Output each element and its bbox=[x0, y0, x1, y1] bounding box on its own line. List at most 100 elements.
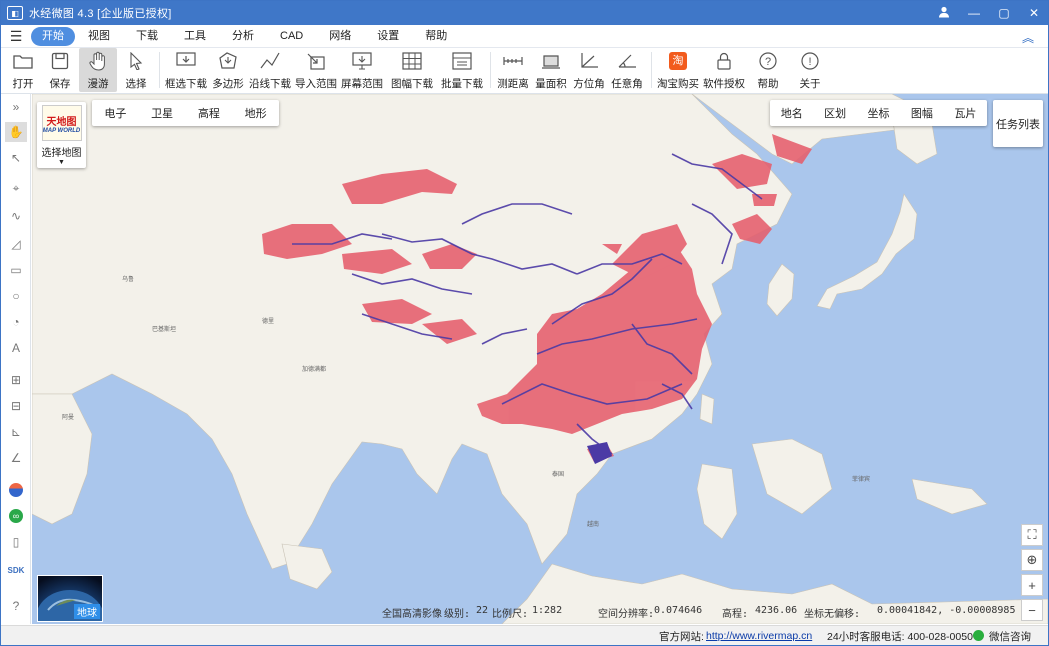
select-button[interactable]: 选择 bbox=[119, 48, 153, 92]
grid-icon bbox=[401, 51, 423, 71]
hand-icon bbox=[87, 51, 109, 71]
point-tool-icon[interactable]: ⌖ bbox=[5, 178, 27, 198]
angle-tool-icon[interactable]: ∠ bbox=[5, 448, 27, 468]
import-range-button[interactable]: 导入范围 bbox=[294, 48, 338, 92]
layer-tiles[interactable]: 瓦片 bbox=[944, 105, 987, 121]
resolution-value: 0.074646 bbox=[654, 605, 703, 616]
expand-panel-icon[interactable]: » bbox=[5, 97, 27, 117]
any-angle-button[interactable]: 任意角 bbox=[609, 48, 645, 92]
task-list-button[interactable]: 任务列表 bbox=[993, 100, 1043, 147]
menu-settings[interactable]: 设置 bbox=[364, 27, 412, 46]
close-button[interactable]: ✕ bbox=[1026, 6, 1042, 20]
box-download-button[interactable]: 框选下载 bbox=[164, 48, 208, 92]
azimuth-button[interactable]: 方位角 bbox=[571, 48, 607, 92]
lock-icon bbox=[713, 51, 735, 71]
menu-download[interactable]: 下载 bbox=[123, 27, 171, 46]
globe-view-button[interactable]: 地球 bbox=[36, 575, 104, 624]
polygon-tool-icon[interactable]: ◿ bbox=[5, 234, 27, 254]
screen-range-button[interactable]: 屏幕范围 bbox=[340, 48, 384, 92]
batch-download-button[interactable]: 批量下载 bbox=[440, 48, 484, 92]
menu-help[interactable]: 帮助 bbox=[412, 27, 460, 46]
website-label: 官方网站: bbox=[659, 630, 704, 643]
pan-button[interactable]: 漫游 bbox=[79, 48, 117, 92]
menu-cad[interactable]: CAD bbox=[267, 27, 316, 46]
text-tool-icon[interactable]: A bbox=[5, 338, 27, 358]
polygon-button[interactable]: 多边形 bbox=[210, 48, 246, 92]
hotline-text: 24小时客服电话: 400-028-0050 bbox=[827, 630, 973, 643]
map-controls: ⛶ ⊕ + − bbox=[1021, 524, 1043, 624]
app-window: ◧ 水经微图 4.3 [企业版已授权] — ▢ ✕ ☰ 开始 视图 下载 工具 … bbox=[0, 0, 1049, 646]
polygon-download-icon bbox=[217, 51, 239, 71]
circle-tool-icon[interactable]: ○ bbox=[5, 286, 27, 306]
ruler-tool-icon[interactable]: ⊞ bbox=[5, 370, 27, 390]
ribbon-toolbar: 打开 保存 漫游 选择 框选下载 多边形 沿线下载 导入范围 屏幕范围 图幅下载… bbox=[1, 48, 1048, 94]
line-download-button[interactable]: 沿线下载 bbox=[248, 48, 292, 92]
azimuth-tool-icon[interactable]: ⊾ bbox=[5, 422, 27, 442]
area-icon bbox=[540, 51, 562, 71]
zoom-in-button[interactable]: + bbox=[1021, 574, 1043, 596]
sdk-button[interactable]: SDK bbox=[5, 560, 27, 580]
menu-start[interactable]: 开始 bbox=[31, 26, 75, 46]
link-tool-icon[interactable]: ∞ bbox=[5, 506, 27, 526]
zoom-out-button[interactable]: − bbox=[1021, 599, 1043, 621]
svg-text:!: ! bbox=[808, 56, 811, 68]
zoom-level: 22 bbox=[476, 605, 489, 616]
map-type-terrain[interactable]: 地形 bbox=[232, 105, 279, 121]
about-button[interactable]: ! 关于 bbox=[790, 48, 830, 92]
left-tool-strip: » ✋ ↖ ⌖ ∿ ◿ ▭ ○ ◔ A ⊞ ⊟ ⊾ ∠ ∞ ▯ SDK ? bbox=[1, 94, 31, 624]
menu-view[interactable]: 视图 bbox=[75, 27, 123, 46]
map-canvas[interactable]: 乌鲁 德里 加德满都 巴基斯坦 阿曼 泰国 越南 菲律宾 电子 卫星 高程 地形… bbox=[32, 94, 1048, 624]
measure-area-button[interactable]: 量面积 bbox=[533, 48, 569, 92]
folder-icon bbox=[12, 51, 34, 71]
menu-bar: ☰ 开始 视图 下载 工具 分析 CAD 网络 设置 帮助 ︽ bbox=[1, 25, 1048, 48]
sector-tool-icon[interactable]: ◔ bbox=[5, 312, 27, 332]
select-tool-icon[interactable]: ↖ bbox=[5, 148, 27, 168]
map-type-elevation[interactable]: 高程 bbox=[186, 105, 233, 121]
azimuth-icon bbox=[578, 51, 600, 71]
layer-place-names[interactable]: 地名 bbox=[770, 105, 813, 121]
hand-tool-icon[interactable]: ✋ bbox=[5, 122, 27, 142]
map-info-bar: 全国高清影像 级别: 22 比例尺: 1:282 空间分辨率: 0.074646… bbox=[382, 605, 1022, 620]
flag-tool-icon[interactable] bbox=[5, 480, 27, 500]
tianditu-logo: 天地图 MAP WORLD bbox=[41, 105, 82, 141]
measure-distance-button[interactable]: 测距离 bbox=[495, 48, 531, 92]
toolbar-divider bbox=[159, 52, 160, 88]
help-button[interactable]: ? 帮助 bbox=[748, 48, 788, 92]
map-basemap bbox=[32, 94, 1048, 624]
sheet-download-button[interactable]: 图幅下载 bbox=[386, 48, 438, 92]
layer-sheets[interactable]: 图幅 bbox=[900, 105, 943, 121]
elevation-value: 4236.06 bbox=[755, 605, 798, 616]
scale-label: 比例尺: bbox=[492, 609, 529, 620]
user-icon[interactable] bbox=[936, 6, 952, 21]
taobao-button[interactable]: 淘 淘宝购买 bbox=[656, 48, 700, 92]
window-title: 水经微图 4.3 [企业版已授权] bbox=[29, 8, 172, 20]
menu-network[interactable]: 网络 bbox=[316, 27, 364, 46]
maximize-button[interactable]: ▢ bbox=[996, 6, 1012, 20]
map-source-selector[interactable]: 天地图 MAP WORLD 选择地图 ▼ bbox=[37, 102, 86, 168]
layer-coordinates[interactable]: 坐标 bbox=[857, 105, 900, 121]
line-download-icon bbox=[259, 51, 281, 71]
collapse-ribbon-icon[interactable]: ︽ bbox=[1022, 29, 1034, 46]
device-tool-icon[interactable]: ▯ bbox=[5, 532, 27, 552]
wechat-consult-link[interactable]: 微信咨询 bbox=[989, 629, 1031, 644]
minimize-button[interactable]: — bbox=[966, 6, 982, 20]
save-icon bbox=[49, 51, 71, 71]
map-type-electronic[interactable]: 电子 bbox=[92, 105, 139, 121]
hamburger-menu-icon[interactable]: ☰ bbox=[1, 28, 31, 45]
map-type-satellite[interactable]: 卫星 bbox=[139, 105, 186, 121]
fullscreen-icon[interactable]: ⛶ bbox=[1021, 524, 1043, 546]
open-button[interactable]: 打开 bbox=[5, 48, 41, 92]
help-circle-icon[interactable]: ? bbox=[5, 596, 27, 616]
scale-value: 1:282 bbox=[532, 605, 563, 616]
layer-divisions[interactable]: 区划 bbox=[813, 105, 856, 121]
website-link[interactable]: http://www.rivermap.cn bbox=[706, 630, 812, 642]
rectangle-tool-icon[interactable]: ▭ bbox=[5, 260, 27, 280]
menu-analysis[interactable]: 分析 bbox=[219, 27, 267, 46]
area-tool-icon[interactable]: ⊟ bbox=[5, 396, 27, 416]
polyline-tool-icon[interactable]: ∿ bbox=[5, 206, 27, 226]
cursor-icon bbox=[125, 51, 147, 71]
save-button[interactable]: 保存 bbox=[43, 48, 77, 92]
menu-tools[interactable]: 工具 bbox=[171, 27, 219, 46]
locate-icon[interactable]: ⊕ bbox=[1021, 549, 1043, 571]
license-button[interactable]: 软件授权 bbox=[702, 48, 746, 92]
